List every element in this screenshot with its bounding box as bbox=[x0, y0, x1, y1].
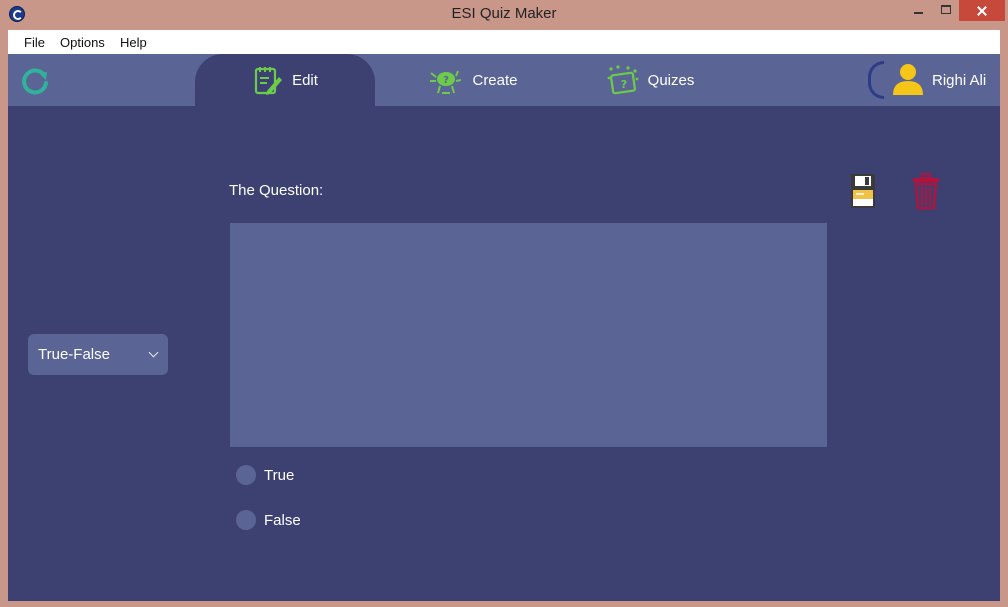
tab-quizes[interactable]: ? Quizes bbox=[600, 54, 700, 106]
app-body: Edit ? Create ? Quizes Righi Ali True-Fa… bbox=[8, 54, 1000, 601]
option-false-label: False bbox=[264, 511, 301, 529]
close-button[interactable] bbox=[959, 0, 1005, 21]
user-status-arc bbox=[868, 61, 884, 99]
user-profile[interactable]: Righi Ali bbox=[868, 60, 986, 100]
radio-true[interactable] bbox=[236, 465, 256, 485]
question-textarea[interactable] bbox=[230, 223, 827, 447]
menu-file[interactable]: File bbox=[24, 35, 45, 50]
title-bar: ESI Quiz Maker bbox=[0, 0, 1008, 30]
user-name: Righi Ali bbox=[932, 71, 987, 89]
maximize-button[interactable] bbox=[932, 0, 959, 21]
nav-bar: Edit ? Create ? Quizes Righi Ali bbox=[8, 54, 1000, 106]
minimize-button[interactable] bbox=[905, 0, 932, 21]
window-title: ESI Quiz Maker bbox=[451, 5, 557, 22]
tab-create-label: Create bbox=[472, 71, 518, 89]
tab-edit-label: Edit bbox=[292, 71, 318, 89]
save-icon[interactable] bbox=[850, 173, 876, 209]
quizes-icon: ? bbox=[606, 64, 640, 96]
refresh-icon[interactable] bbox=[18, 64, 52, 98]
tab-quizes-label: Quizes bbox=[647, 71, 695, 89]
option-true[interactable]: True bbox=[236, 465, 294, 485]
question-type-value: True-False bbox=[38, 346, 110, 363]
question-label: The Question: bbox=[229, 182, 324, 199]
menu-options[interactable]: Options bbox=[60, 35, 105, 50]
tab-edit[interactable]: Edit bbox=[195, 54, 375, 106]
option-false[interactable]: False bbox=[236, 510, 301, 530]
svg-text:?: ? bbox=[620, 78, 626, 91]
tab-create[interactable]: ? Create bbox=[418, 54, 528, 106]
radio-false[interactable] bbox=[236, 510, 256, 530]
chevron-down-icon bbox=[148, 347, 159, 358]
svg-text:?: ? bbox=[444, 75, 450, 86]
option-true-label: True bbox=[264, 466, 295, 484]
menu-bar: File Options Help bbox=[8, 30, 1000, 55]
user-icon bbox=[890, 60, 926, 100]
create-icon: ? bbox=[428, 65, 464, 95]
delete-icon[interactable] bbox=[911, 172, 941, 210]
edit-notepad-icon bbox=[252, 64, 284, 96]
menu-help[interactable]: Help bbox=[120, 35, 147, 50]
question-type-select[interactable]: True-False bbox=[28, 334, 168, 375]
